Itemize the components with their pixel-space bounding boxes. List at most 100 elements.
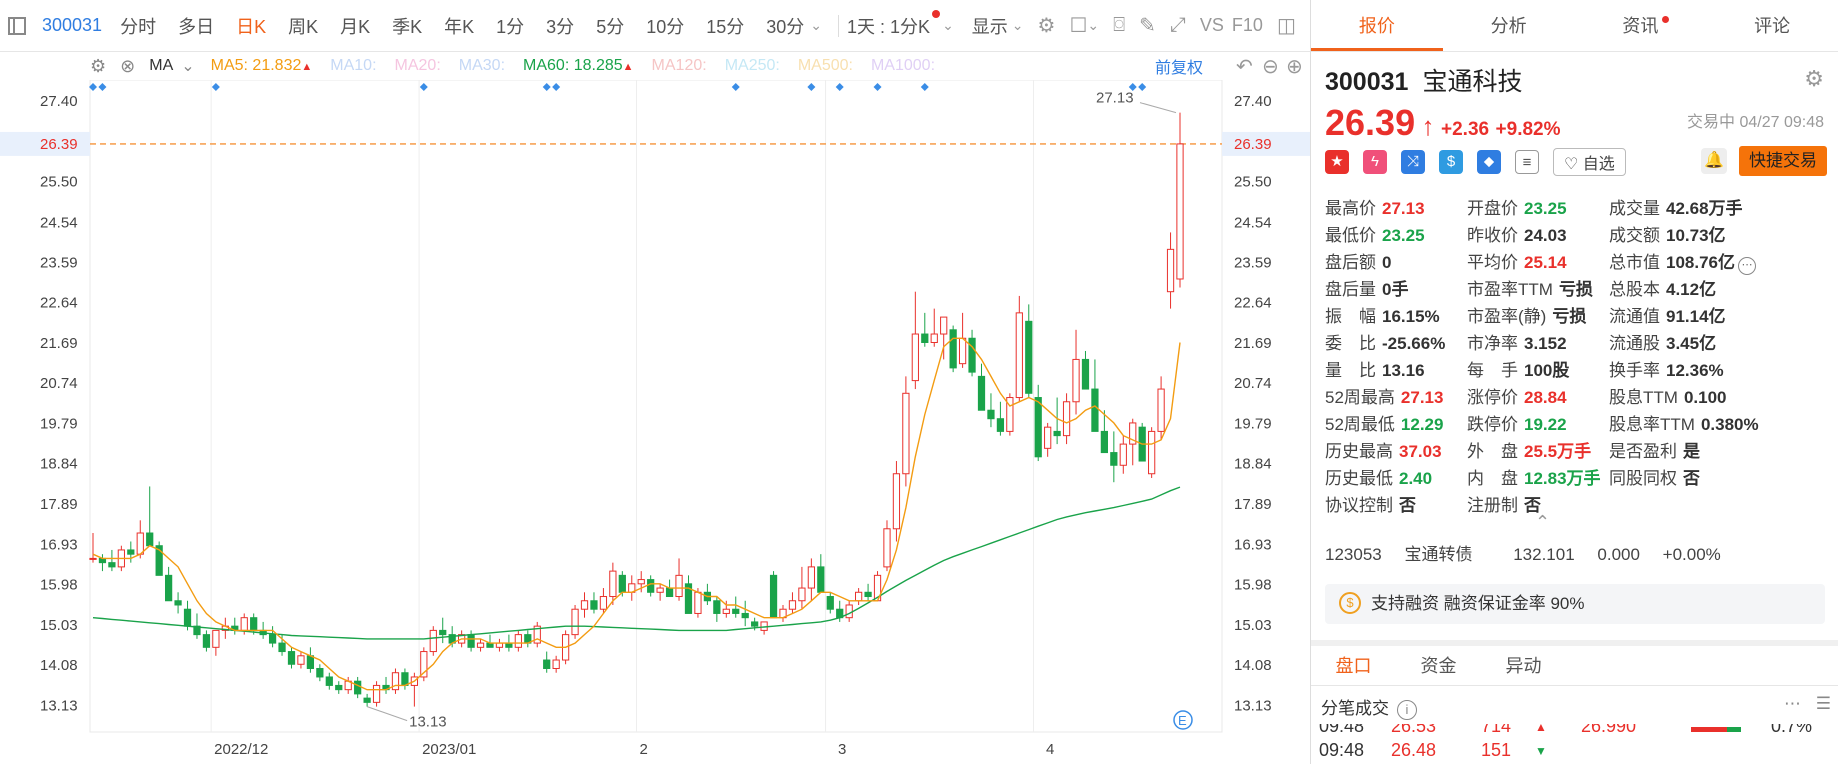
ma-values: MA5: 21.832▲ MA10: MA20: MA30: MA60: 18.285▲…: [211, 57, 953, 75]
max-price-annotation: 27.13: [1096, 90, 1134, 107]
stat-cell: 昨收价 24.03: [1467, 221, 1567, 246]
stat-key: 外 盘: [1467, 442, 1518, 461]
chevron-down-icon[interactable]: ⌄: [1087, 17, 1099, 34]
y-tick-label-left: 21.69: [40, 335, 78, 352]
stat-key: 每 手: [1467, 361, 1518, 380]
panel-tab[interactable]: 评论: [1706, 0, 1838, 51]
stat-cell: 流通值 91.14亿: [1609, 302, 1726, 327]
period-tab[interactable]: 季K: [392, 13, 422, 39]
quick-trade-button[interactable]: 快捷交易: [1739, 146, 1827, 176]
lightning-icon[interactable]: ϟ: [1363, 150, 1387, 174]
candle-body: [580, 600, 589, 610]
candle-body: [1072, 358, 1080, 403]
period-tab[interactable]: 1分: [496, 13, 524, 39]
x-tick-label: 2022/12: [214, 741, 268, 758]
more-circle-icon[interactable]: ⋯: [1738, 257, 1756, 275]
stat-value: 2.40: [1399, 469, 1433, 488]
period-tab[interactable]: 30分: [766, 13, 804, 39]
period-tab[interactable]: 15分: [706, 13, 744, 39]
pencil-icon[interactable]: ✎: [1139, 13, 1156, 38]
chevron-down-icon[interactable]: ⌄: [942, 17, 954, 34]
candle-body: [637, 579, 645, 585]
candle-body: [883, 528, 891, 568]
tag-icon[interactable]: ⬥: [1477, 150, 1501, 174]
candle-body: [571, 608, 579, 636]
period-tab[interactable]: 周K: [288, 13, 318, 39]
candle-body: [429, 629, 437, 653]
period-tab[interactable]: 月K: [340, 13, 370, 39]
settings-gear-icon[interactable]: ⚙: [1038, 13, 1056, 38]
candle-body: [467, 634, 475, 648]
ma-name: MA500:: [797, 57, 853, 74]
candle-body: [372, 684, 381, 703]
period-tab[interactable]: 3分: [546, 13, 574, 39]
chevron-down-icon[interactable]: ⌄: [1012, 17, 1024, 34]
period-select[interactable]: 1天 : 1分K: [847, 13, 930, 39]
convertible-bond-row[interactable]: 123053 宝通转债 132.101 0.000 +0.00%: [1325, 540, 1739, 565]
period-tab[interactable]: 分时: [120, 13, 156, 39]
document-icon[interactable]: ≡: [1515, 150, 1539, 174]
candle-body: [1110, 452, 1118, 466]
more-icon[interactable]: ⋯: [1784, 694, 1801, 714]
chevron-down-icon[interactable]: ⌄: [181, 56, 194, 76]
undo-icon[interactable]: ↶: [1236, 54, 1253, 79]
ma-settings-icon[interactable]: ⚙: [90, 56, 106, 77]
bottom-tab[interactable]: 资金: [1396, 646, 1481, 685]
fullscreen-icon[interactable]: ⤢: [1170, 14, 1186, 37]
period-tab[interactable]: 多日: [178, 13, 214, 39]
bottom-tab[interactable]: 盘口: [1311, 646, 1396, 685]
stock-code-link[interactable]: 300031: [42, 15, 102, 36]
ma-name: MA60:: [523, 57, 570, 74]
vs-compare-button[interactable]: VS: [1200, 15, 1224, 36]
f10-button[interactable]: F10: [1232, 15, 1263, 36]
price-up-arrow-icon: ↑: [1421, 111, 1435, 141]
ma-name: MA5:: [210, 57, 248, 74]
stat-value: 0: [1382, 253, 1392, 272]
candlestick-chart[interactable]: 27.40 27.40 25.50 25.50 24.54 24.54 23.59 23.59…: [0, 80, 1310, 764]
zoom-out-icon[interactable]: ⊖: [1262, 54, 1279, 79]
ma-item: MA30:: [459, 57, 505, 75]
stat-value: 37.03: [1399, 442, 1442, 461]
display-menu[interactable]: 显示: [972, 13, 1008, 39]
panel-toggle-icon[interactable]: ◫: [1277, 13, 1296, 38]
sidebar-toggle-icon[interactable]: [8, 16, 26, 35]
panel-tab[interactable]: 资讯: [1575, 0, 1707, 51]
collapse-caret-icon[interactable]: ⌃: [1535, 512, 1550, 533]
stat-value: 28.84: [1524, 388, 1567, 407]
list-icon[interactable]: ☰: [1816, 694, 1831, 714]
tick-title: 分笔成交: [1321, 699, 1389, 718]
adjust-mode-button[interactable]: 前复权: [1155, 54, 1203, 78]
stat-key: 开盘价: [1467, 199, 1518, 218]
ma-close-icon[interactable]: ⊗: [120, 56, 135, 77]
panel-tab[interactable]: 分析: [1443, 0, 1575, 51]
period-tab[interactable]: 5分: [596, 13, 624, 39]
chevron-down-icon[interactable]: ⌄: [810, 17, 822, 34]
zoom-in-icon[interactable]: ⊕: [1286, 54, 1303, 79]
period-tab[interactable]: 10分: [646, 13, 684, 39]
candle-body: [807, 566, 815, 589]
period-tab[interactable]: 日K: [236, 13, 266, 39]
ma-item: MA5: 21.832▲: [211, 57, 313, 75]
dollar-icon[interactable]: $: [1439, 150, 1463, 174]
stat-cell: 最低价 23.25: [1325, 221, 1425, 246]
bottom-tab[interactable]: 异动: [1481, 646, 1566, 685]
bell-icon[interactable]: 🔔: [1701, 148, 1727, 174]
add-favorite-button[interactable]: ♡ 自选: [1553, 148, 1626, 176]
shuffle-icon[interactable]: ⤨: [1401, 150, 1425, 174]
e-circle-icon-letter: E: [1178, 713, 1187, 728]
margin-info-box[interactable]: $ 支持融资 融资保证金率 90%: [1325, 584, 1825, 624]
stats-row: 振 幅 16.15% 市盈率(静) 亏损 流通值 91.14亿: [1325, 302, 1835, 329]
panel-tab[interactable]: 报价: [1311, 0, 1443, 51]
gear-icon[interactable]: ⚙: [1804, 66, 1824, 92]
china-flag-icon[interactable]: ★: [1325, 150, 1349, 174]
stat-cell: 每 手 100股: [1467, 356, 1569, 381]
candle-body: [212, 629, 220, 648]
period-tab[interactable]: 年K: [444, 13, 474, 39]
stat-value: 亏损: [1552, 307, 1587, 326]
info-icon[interactable]: i: [1397, 700, 1417, 720]
stat-key: 股息TTM: [1609, 388, 1678, 407]
stat-key: 流通值: [1609, 307, 1660, 326]
stat-key: 量 比: [1325, 361, 1376, 380]
checkbox-icon[interactable]: ☐: [1069, 13, 1087, 38]
camera-icon[interactable]: ⌼: [1113, 14, 1125, 37]
